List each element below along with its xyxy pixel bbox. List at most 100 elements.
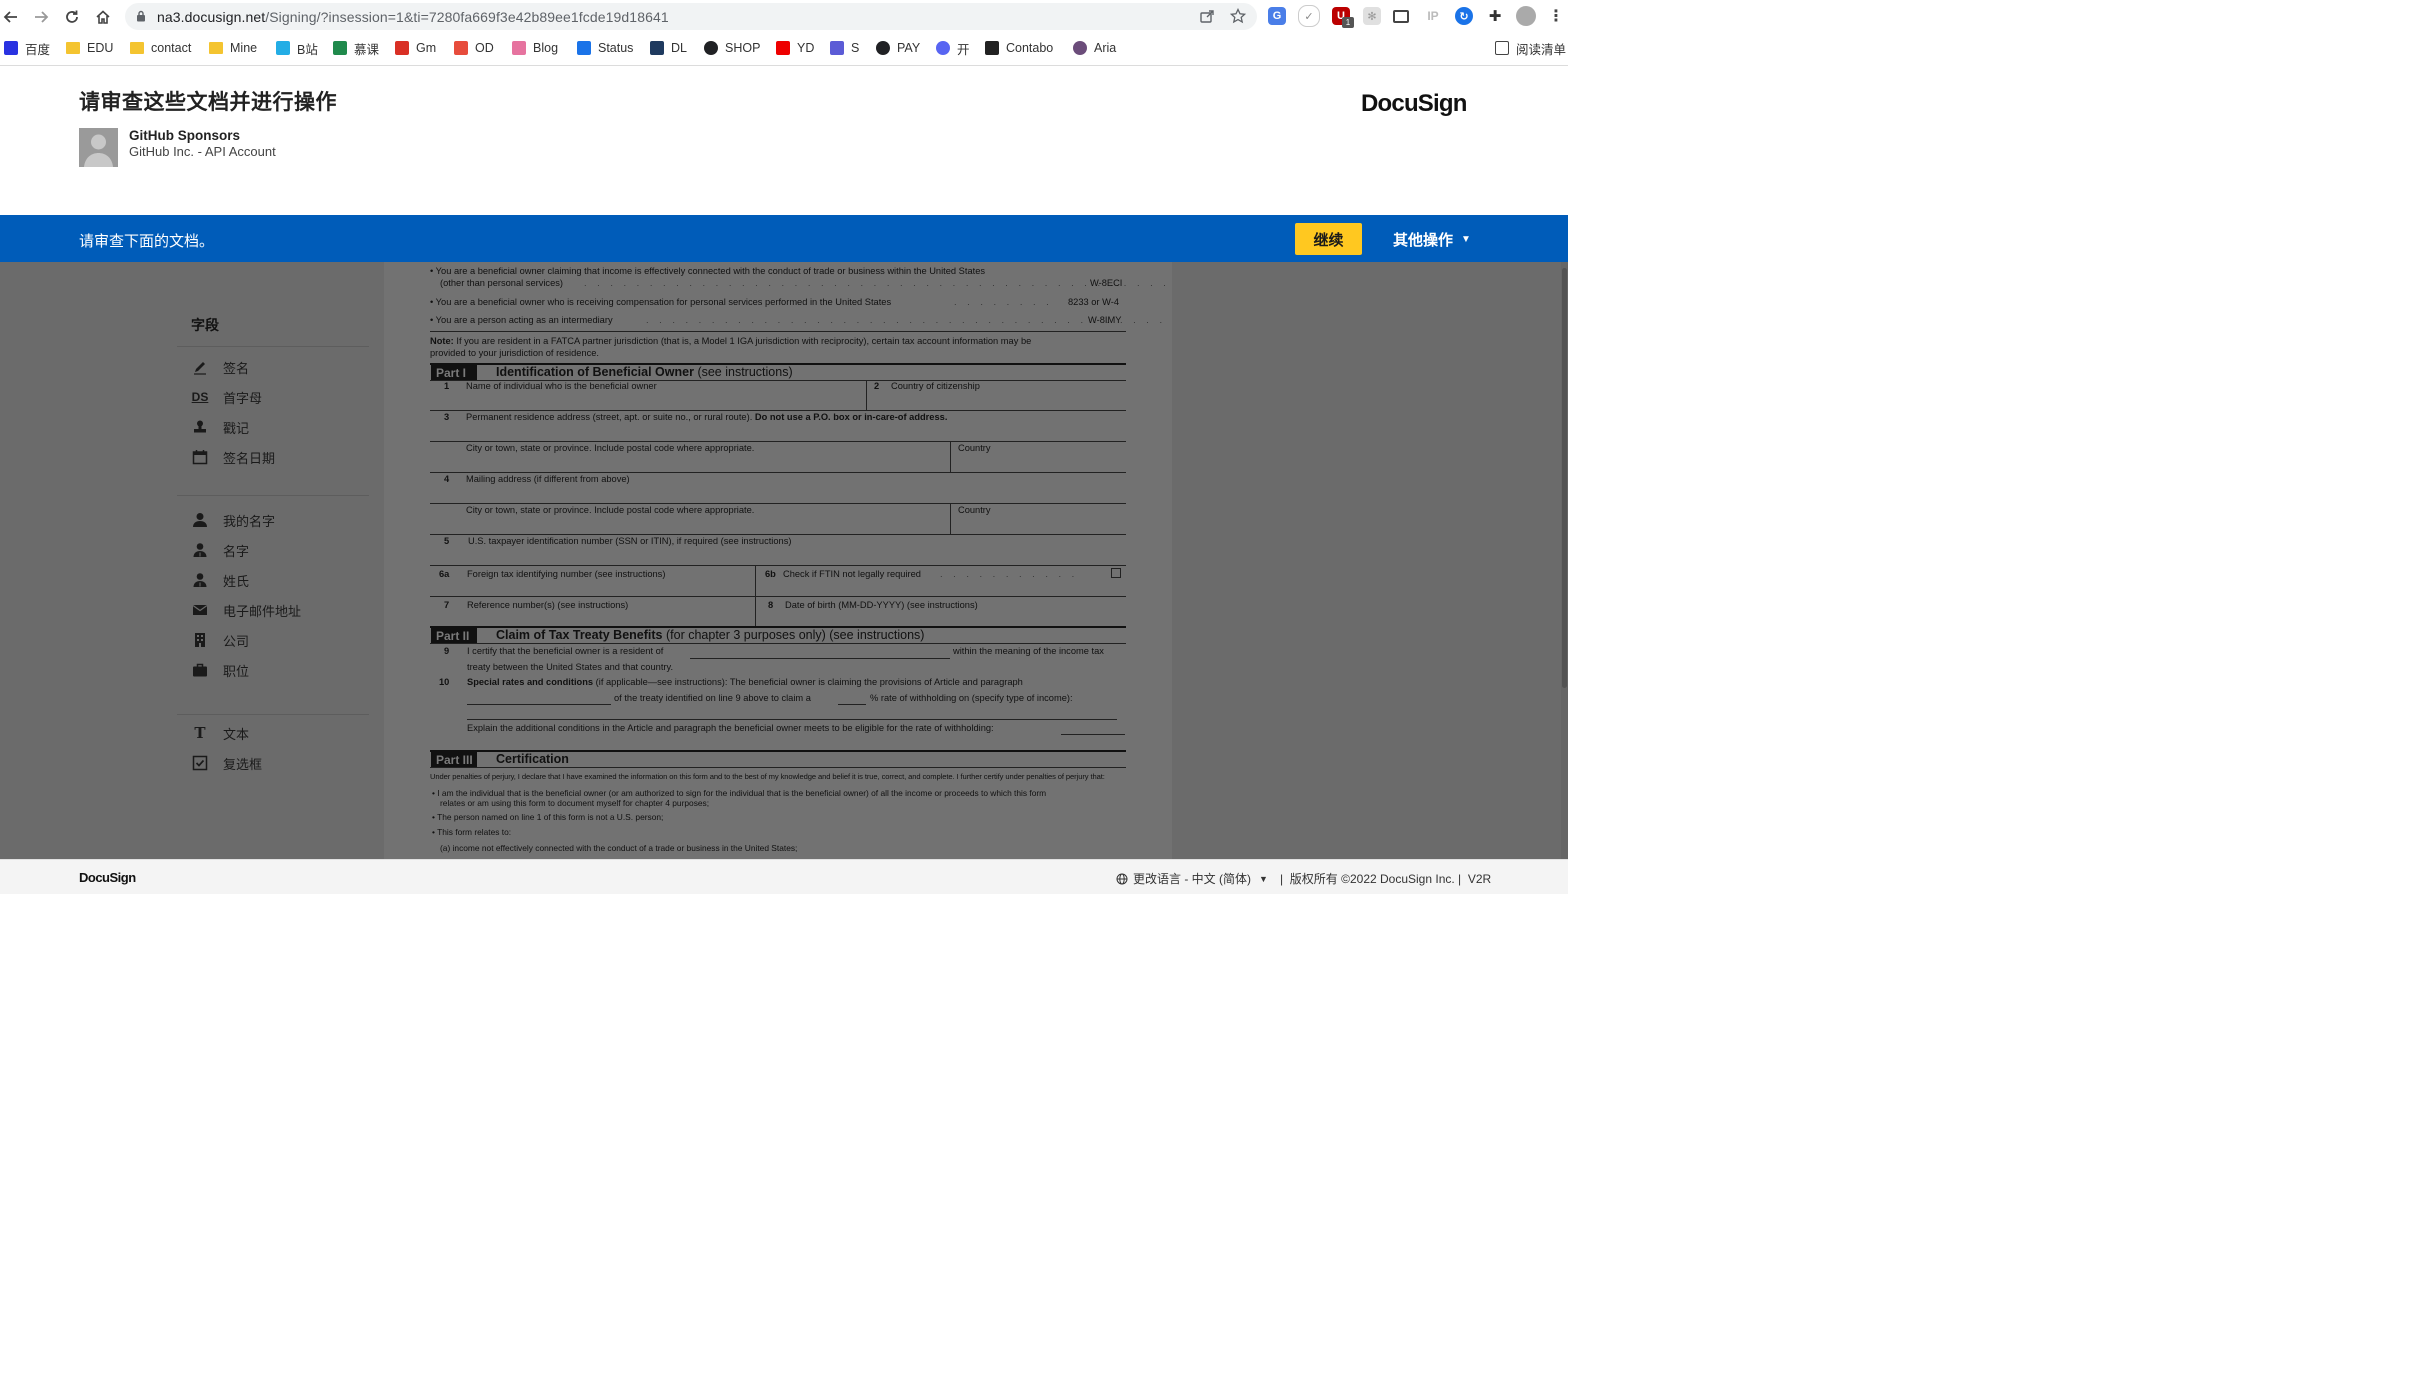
bookmark-item[interactable]: 慕课 (333, 38, 379, 58)
bookmark-item[interactable]: Gm (395, 38, 436, 58)
vertical-scrollbar[interactable] (1561, 262, 1568, 859)
input-underline[interactable] (838, 704, 866, 705)
mooc-icon (333, 41, 347, 55)
calendar-icon (191, 448, 209, 466)
bookmark-item[interactable]: Status (577, 38, 633, 58)
other-actions-menu[interactable]: 其他操作 ▼ (1393, 229, 1471, 250)
field-label: 姓氏 (223, 573, 250, 589)
line-number: 9 (444, 646, 450, 656)
bookmark-item[interactable]: EDU (66, 38, 113, 58)
bookmark-item[interactable]: DL (650, 38, 687, 58)
bookmark-item[interactable]: Blog (512, 38, 558, 58)
input-underline[interactable] (690, 658, 950, 659)
reading-list-button[interactable]: 阅读清单 (1495, 38, 1566, 58)
doc-text: Foreign tax identifying number (see inst… (467, 569, 666, 579)
bookmark-item[interactable]: contact (130, 38, 191, 58)
text-icon: T (194, 724, 206, 742)
continue-button[interactable]: 继续 (1295, 223, 1362, 255)
kebab-menu-icon[interactable]: ⋮ (1547, 7, 1565, 25)
folder-icon (209, 42, 223, 54)
reload-icon[interactable] (61, 6, 83, 28)
field-item[interactable]: 公司 (191, 629, 249, 651)
doc-rule (866, 380, 867, 410)
doc-rule (950, 503, 951, 534)
input-underline[interactable] (467, 704, 611, 705)
field-item[interactable]: 签名日期 (191, 446, 275, 468)
picture-in-picture-icon[interactable] (1393, 10, 1409, 23)
doc-text: Note: (430, 336, 454, 346)
bookmark-label: S (851, 41, 860, 55)
bookmark-label: Contabo (1006, 41, 1054, 55)
gmail-icon (395, 41, 409, 55)
input-underline[interactable] (467, 719, 1117, 720)
bookmark-label: YD (797, 41, 815, 55)
line-number: 8 (768, 600, 774, 610)
bookmark-item[interactable]: YD (776, 38, 814, 58)
doc-text: Permanent residence address (street, apt… (466, 412, 753, 422)
document-workspace: 字段 签名 DS 首字母 戳记 签名日期 我的名字 名字 姓氏 电子邮件地址 公司 职位 T 文本 复选框… (0, 262, 1568, 859)
translate-extension-icon[interactable]: G (1268, 7, 1286, 25)
field-item[interactable]: 签名 (191, 356, 249, 378)
sender-company: GitHub Inc. - API Account (129, 144, 276, 159)
document-page[interactable]: • You are a beneficial owner claiming th… (384, 262, 1172, 859)
checkmark-extension-icon[interactable]: ✓ (1298, 5, 1320, 27)
url-text[interactable]: na3.docusign.net/Signing/?insession=1&ti… (157, 9, 669, 25)
lock-icon[interactable] (136, 9, 146, 22)
caret-down-icon: ▼ (1259, 873, 1268, 884)
folder-icon (66, 42, 80, 54)
back-arrow-icon[interactable] (0, 6, 22, 28)
doc-text: • You are a beneficial owner who is rece… (430, 297, 892, 307)
field-item[interactable]: 戳记 (191, 416, 249, 438)
bookmark-item[interactable]: B站 (276, 38, 318, 58)
bookmark-item[interactable]: 百度 (4, 38, 50, 58)
bookmark-item[interactable]: SHOP (704, 38, 760, 58)
doc-text: Country (958, 443, 991, 453)
bookmark-item[interactable]: PAY (876, 38, 920, 58)
puzzle-extensions-icon[interactable]: ✚ (1486, 7, 1504, 25)
bookmark-item[interactable]: S (830, 38, 859, 58)
bookmark-item[interactable]: OD (454, 38, 494, 58)
ip-extension-icon[interactable]: IP (1424, 7, 1442, 25)
field-item[interactable]: 复选框 (191, 752, 262, 774)
envelope-icon (191, 601, 209, 619)
globe-icon (1116, 873, 1128, 885)
gear-extension-icon[interactable]: ✻ (1363, 7, 1381, 25)
bookmark-star-icon[interactable] (1229, 7, 1247, 28)
ftin-checkbox[interactable] (1111, 568, 1121, 578)
line-number: 7 (444, 600, 450, 610)
url-domain: na3.docusign.net (157, 9, 266, 25)
field-label: 名字 (223, 543, 250, 559)
field-item[interactable]: 姓氏 (191, 569, 249, 591)
field-item[interactable]: 电子邮件地址 (191, 599, 301, 621)
input-underline[interactable] (1061, 734, 1125, 735)
change-language-menu[interactable]: 更改语言 - 中文 (简体) ▼ (1116, 870, 1268, 887)
address-bar[interactable]: na3.docusign.net/Signing/?insession=1&ti… (125, 3, 1257, 30)
footer-docusign-logo: DocuSign (79, 870, 136, 885)
dl-icon (650, 41, 664, 55)
bookmark-item[interactable]: Contabo (985, 38, 1053, 58)
bookmark-item[interactable]: Mine (209, 38, 257, 58)
home-icon[interactable] (92, 6, 114, 28)
field-label: 公司 (223, 633, 250, 649)
share-icon[interactable] (1199, 8, 1215, 28)
bookmark-item[interactable]: 开 (936, 38, 970, 58)
bookmark-item[interactable]: Aria (1073, 38, 1116, 58)
forward-arrow-icon[interactable] (30, 6, 52, 28)
yd-icon (776, 41, 790, 55)
refresh-extension-icon[interactable]: ↻ (1455, 7, 1473, 25)
field-item[interactable]: 名字 (191, 539, 249, 561)
profile-avatar-icon[interactable] (1516, 6, 1536, 26)
field-item[interactable]: T 文本 (191, 722, 249, 744)
line-number: 5 (444, 536, 450, 546)
url-path: /Signing/?insession=1&ti=7280fa669f3e42b… (265, 9, 669, 25)
dot-leader: . . . . . . . . . . . . . . . . . . . . … (584, 278, 1172, 288)
scrollbar-thumb[interactable] (1562, 268, 1567, 688)
doc-text: • I am the individual that is the benefi… (432, 788, 1047, 798)
doc-text: provided to your jurisdiction of residen… (430, 348, 599, 358)
field-item[interactable]: 我的名字 (191, 509, 275, 531)
field-label: 戳记 (223, 420, 250, 436)
field-item[interactable]: DS 首字母 (191, 386, 262, 408)
bookmark-label: Aria (1094, 41, 1117, 55)
field-item[interactable]: 职位 (191, 659, 249, 681)
bookmark-label: Mine (230, 41, 258, 55)
